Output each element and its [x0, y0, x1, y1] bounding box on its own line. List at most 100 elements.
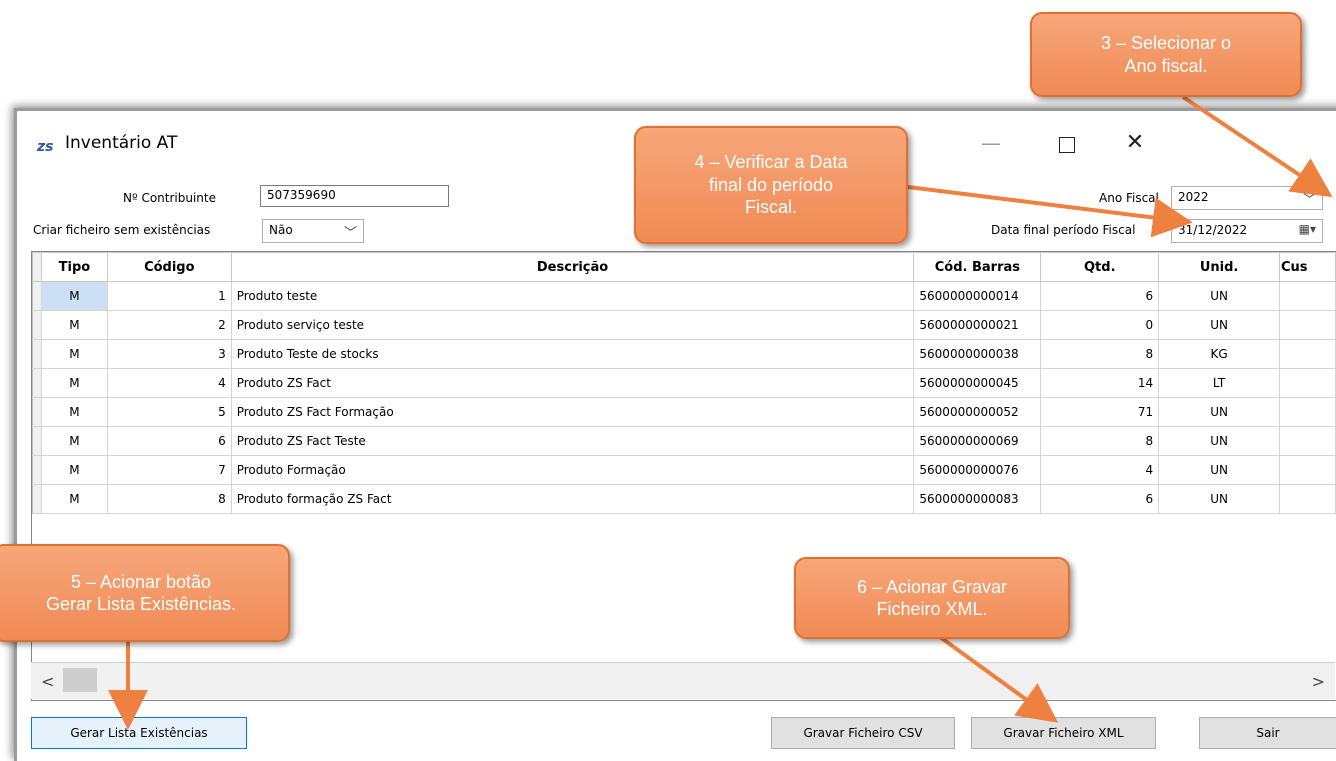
- cell-descricao[interactable]: Produto teste: [230, 281, 915, 311]
- row-header[interactable]: [32, 426, 42, 456]
- horizontal-scrollbar[interactable]: < >: [31, 662, 1335, 699]
- maximize-button[interactable]: [1047, 127, 1087, 159]
- table-header-row: Tipo Código Descrição Cód. Barras Qtd. U…: [32, 252, 1336, 282]
- sair-button[interactable]: Sair: [1199, 717, 1336, 749]
- cell-custo[interactable]: [1279, 426, 1336, 456]
- table-row[interactable]: M 3 Produto Teste de stocks 5600000000038 8 K…: [32, 339, 1336, 369]
- cell-cod-barras[interactable]: 5600000000021: [913, 310, 1042, 340]
- calendar-icon[interactable]: ▦▾: [1299, 222, 1316, 236]
- cell-cod-barras[interactable]: 5600000000045: [913, 368, 1042, 398]
- table-row[interactable]: M 7 Produto Formação 5600000000076 4 UN: [32, 455, 1336, 485]
- table-row[interactable]: M 5 Produto ZS Fact Formação 5600000000052 7…: [32, 397, 1336, 427]
- cell-codigo[interactable]: 3: [106, 339, 232, 369]
- cell-qtd[interactable]: 4: [1040, 455, 1160, 485]
- data-final-picker[interactable]: 31/12/2022 ▦▾: [1171, 219, 1323, 243]
- cell-tipo[interactable]: M: [40, 484, 108, 514]
- cell-cod-barras[interactable]: 5600000000076: [913, 455, 1042, 485]
- ano-fiscal-select[interactable]: 2022 ﹀: [1171, 186, 1323, 210]
- cell-codigo[interactable]: 4: [106, 368, 232, 398]
- cell-descricao[interactable]: Produto Formação: [230, 455, 915, 485]
- cell-unid[interactable]: UN: [1158, 281, 1280, 311]
- col-header-tipo[interactable]: Tipo: [40, 252, 108, 282]
- cell-unid[interactable]: UN: [1158, 455, 1280, 485]
- cell-descricao[interactable]: Produto ZS Fact: [230, 368, 915, 398]
- row-header[interactable]: [32, 339, 42, 369]
- table-row[interactable]: M 6 Produto ZS Fact Teste 5600000000069 8 UN: [32, 426, 1336, 456]
- cell-custo[interactable]: [1279, 339, 1336, 369]
- cell-codigo[interactable]: 8: [106, 484, 232, 514]
- cell-tipo[interactable]: M: [40, 426, 108, 456]
- sem-existencias-select[interactable]: Não ﹀: [262, 219, 364, 243]
- cell-cod-barras[interactable]: 5600000000038: [913, 339, 1042, 369]
- col-header-descricao[interactable]: Descrição: [230, 252, 915, 282]
- row-header[interactable]: [32, 281, 42, 311]
- cell-qtd[interactable]: 6: [1040, 484, 1160, 514]
- cell-cod-barras[interactable]: 5600000000052: [913, 397, 1042, 427]
- cell-descricao[interactable]: Produto serviço teste: [230, 310, 915, 340]
- cell-qtd[interactable]: 71: [1040, 397, 1160, 427]
- cell-unid[interactable]: UN: [1158, 397, 1280, 427]
- row-header[interactable]: [32, 368, 42, 398]
- cell-custo[interactable]: [1279, 310, 1336, 340]
- cell-tipo[interactable]: M: [40, 310, 108, 340]
- col-header-codigo[interactable]: Código: [106, 252, 232, 282]
- cell-unid[interactable]: KG: [1158, 339, 1280, 369]
- cell-codigo[interactable]: 7: [106, 455, 232, 485]
- table-row[interactable]: M 4 Produto ZS Fact 5600000000045 14 LT: [32, 368, 1336, 398]
- cell-qtd[interactable]: 6: [1040, 281, 1160, 311]
- row-header[interactable]: [32, 484, 42, 514]
- cell-unid[interactable]: UN: [1158, 484, 1280, 514]
- minimize-button[interactable]: —: [971, 127, 1011, 159]
- scroll-right-icon[interactable]: >: [1312, 672, 1325, 691]
- scroll-left-icon[interactable]: <: [41, 672, 54, 691]
- cell-custo[interactable]: [1279, 281, 1336, 311]
- gerar-lista-button[interactable]: Gerar Lista Existências: [31, 717, 247, 749]
- cell-codigo[interactable]: 2: [106, 310, 232, 340]
- table-row[interactable]: M 1 Produto teste 5600000000014 6 UN: [32, 281, 1336, 311]
- cell-cod-barras[interactable]: 5600000000014: [913, 281, 1042, 311]
- cell-descricao[interactable]: Produto formação ZS Fact: [230, 484, 915, 514]
- cell-qtd[interactable]: 8: [1040, 339, 1160, 369]
- col-header-cod-barras[interactable]: Cód. Barras: [913, 252, 1042, 282]
- close-button[interactable]: ✕: [1115, 127, 1155, 159]
- cell-descricao[interactable]: Produto ZS Fact Teste: [230, 426, 915, 456]
- cell-qtd[interactable]: 0: [1040, 310, 1160, 340]
- scroll-thumb[interactable]: [63, 668, 97, 692]
- cell-tipo[interactable]: M: [40, 368, 108, 398]
- sem-existencias-label: Criar ficheiro sem existências: [33, 223, 211, 237]
- cell-descricao[interactable]: Produto ZS Fact Formação: [230, 397, 915, 427]
- cell-cod-barras[interactable]: 5600000000083: [913, 484, 1042, 514]
- table-row[interactable]: M 8 Produto formação ZS Fact 5600000000083 6…: [32, 484, 1336, 514]
- cell-custo[interactable]: [1279, 368, 1336, 398]
- gravar-xml-button[interactable]: Gravar Ficheiro XML: [971, 717, 1156, 749]
- col-header-unid[interactable]: Unid.: [1158, 252, 1280, 282]
- cell-custo[interactable]: [1279, 484, 1336, 514]
- cell-qtd[interactable]: 8: [1040, 426, 1160, 456]
- cell-unid[interactable]: UN: [1158, 426, 1280, 456]
- callout-data-final: 4 – Verificar a Data final do período Fi…: [634, 126, 908, 244]
- cell-tipo[interactable]: M: [40, 397, 108, 427]
- col-header-custo[interactable]: Cus: [1279, 252, 1336, 282]
- cell-codigo[interactable]: 6: [106, 426, 232, 456]
- table-row[interactable]: M 2 Produto serviço teste 5600000000021 0 UN: [32, 310, 1336, 340]
- cell-descricao[interactable]: Produto Teste de stocks: [230, 339, 915, 369]
- cell-cod-barras[interactable]: 5600000000069: [913, 426, 1042, 456]
- cell-unid[interactable]: UN: [1158, 310, 1280, 340]
- sem-existencias-value: Não: [269, 223, 293, 237]
- cell-unid[interactable]: LT: [1158, 368, 1280, 398]
- row-header[interactable]: [32, 310, 42, 340]
- cell-tipo[interactable]: M: [40, 281, 108, 311]
- row-header[interactable]: [32, 455, 42, 485]
- cell-codigo[interactable]: 5: [106, 397, 232, 427]
- cell-qtd[interactable]: 14: [1040, 368, 1160, 398]
- cell-tipo[interactable]: M: [40, 339, 108, 369]
- col-header-qtd[interactable]: Qtd.: [1040, 252, 1160, 282]
- cell-tipo[interactable]: M: [40, 455, 108, 485]
- cell-custo[interactable]: [1279, 397, 1336, 427]
- contribuinte-input[interactable]: 507359690: [260, 185, 449, 207]
- row-header[interactable]: [32, 397, 42, 427]
- chevron-down-icon: ﹀: [343, 226, 357, 241]
- cell-custo[interactable]: [1279, 455, 1336, 485]
- cell-codigo[interactable]: 1: [106, 281, 232, 311]
- gravar-csv-button[interactable]: Gravar Ficheiro CSV: [771, 717, 955, 749]
